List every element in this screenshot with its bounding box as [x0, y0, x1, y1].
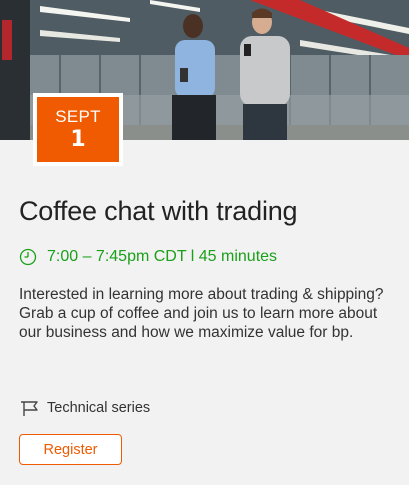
event-date-day: 1 [70, 127, 86, 152]
event-series-label: Technical series [47, 400, 151, 416]
event-time: 7:00 – 7:45pm CDT l 45 minutes [47, 248, 278, 265]
event-title: Coffee chat with trading [19, 196, 298, 226]
clock-icon [19, 248, 37, 266]
event-description: Interested in learning more about tradin… [19, 286, 384, 341]
flag-icon [21, 401, 38, 416]
register-button[interactable]: Register [19, 434, 122, 465]
event-card: SEPT 1 Coffee chat with trading 7:00 – 7… [0, 0, 409, 485]
event-date-month: SEPT [55, 107, 101, 126]
event-series-tag: Technical series [19, 397, 150, 419]
event-time-row: 7:00 – 7:45pm CDT l 45 minutes [19, 246, 277, 268]
event-date-badge: SEPT 1 [33, 93, 123, 166]
